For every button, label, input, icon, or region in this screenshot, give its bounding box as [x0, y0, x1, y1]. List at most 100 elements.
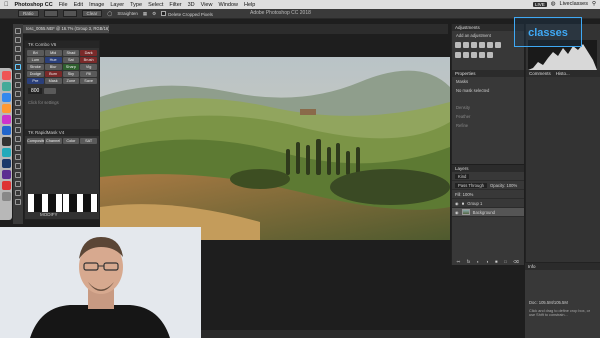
adjustment-layer-icon[interactable]: ◑ [486, 259, 489, 264]
combo-button[interactable]: Burn [44, 71, 62, 77]
menu-app-name[interactable]: Photoshop CC [15, 2, 53, 8]
dock-app-icon[interactable] [1, 82, 11, 91]
rapidmask-button[interactable]: Color [62, 138, 80, 144]
dodge-tool-icon[interactable] [15, 145, 21, 151]
blend-mode-select[interactable]: Pass Through [455, 182, 487, 188]
mask-icon[interactable]: ◐ [477, 259, 480, 264]
folder-icon[interactable]: ■ [495, 259, 498, 264]
path-select-tool-icon[interactable] [15, 172, 21, 178]
menu-help[interactable]: Help [244, 2, 255, 8]
exposure-icon[interactable] [479, 42, 485, 48]
combo-button[interactable]: Stroke [27, 64, 44, 70]
menu-window[interactable]: Window [218, 2, 238, 8]
zone-key[interactable] [70, 194, 77, 212]
menu-image[interactable]: Image [89, 2, 104, 8]
combo-button[interactable]: Mid [44, 50, 62, 56]
comments-tab[interactable]: Comments [529, 71, 551, 76]
history-brush-tool-icon[interactable] [15, 109, 21, 115]
move-tool-icon[interactable] [15, 28, 21, 34]
combo-button[interactable]: Dark [80, 50, 97, 56]
dock-app-icon[interactable] [1, 71, 11, 80]
combo-button[interactable]: Zone [62, 78, 80, 84]
dock-app-icon[interactable] [1, 148, 11, 157]
eye-icon[interactable]: ◉ [455, 210, 459, 215]
color-lookup-icon[interactable] [487, 52, 493, 58]
menu-view[interactable]: View [201, 2, 213, 8]
layer-item[interactable]: ◉ ■ Group 1 [452, 199, 524, 208]
gradient-tool-icon[interactable] [15, 127, 21, 133]
black-white-icon[interactable] [463, 52, 469, 58]
type-tool-icon[interactable] [15, 163, 21, 169]
rapidmask-button[interactable]: Composite [27, 138, 44, 144]
combo-button[interactable]: Sat [62, 57, 80, 63]
opacity-field[interactable]: Opacity: 100% [490, 183, 517, 188]
combo-button[interactable]: Sharp [62, 64, 80, 70]
channel-mixer-icon[interactable] [479, 52, 485, 58]
brush-tool-icon[interactable] [15, 91, 21, 97]
marquee-tool-icon[interactable] [15, 37, 21, 43]
menu-edit[interactable]: Edit [74, 2, 83, 8]
dock-app-icon[interactable] [1, 104, 11, 113]
ratio-select[interactable]: Ratio [18, 10, 39, 17]
menu-3d[interactable]: 3D [188, 2, 195, 8]
rapidmask-button[interactable]: Channel [44, 138, 62, 144]
zone-key[interactable] [91, 194, 98, 212]
blur-tool-icon[interactable] [15, 136, 21, 142]
dock-app-icon[interactable] [1, 115, 11, 124]
eyedropper-tool-icon[interactable] [15, 73, 21, 79]
dock-app-icon[interactable] [1, 137, 11, 146]
search-icon[interactable]: ⚲ [592, 1, 596, 7]
document-tab[interactable]: tosc_0055.NEF @ 16.7% (Group 3, RGB/16) … [23, 25, 109, 33]
delete-cropped-checkbox[interactable] [161, 10, 167, 16]
levels-icon[interactable] [463, 42, 469, 48]
dock-app-icon[interactable] [1, 170, 11, 179]
zone-key[interactable] [42, 194, 49, 212]
fill-field[interactable]: Fill: 100% [455, 192, 473, 197]
histogram-tab[interactable]: Histo... [556, 71, 570, 76]
settings-gear-icon[interactable]: ⚙ [152, 11, 156, 17]
zone-key[interactable] [63, 194, 70, 212]
trash-icon[interactable]: ⌫ [513, 259, 519, 264]
combo-button[interactable]: Blur [44, 64, 62, 70]
menu-file[interactable]: File [59, 2, 68, 8]
zone-key[interactable] [35, 194, 42, 212]
menu-type[interactable]: Type [130, 2, 142, 8]
combo-button[interactable]: Hue [44, 57, 62, 63]
zone-key[interactable] [49, 194, 56, 212]
crop-tool-icon[interactable] [15, 64, 21, 70]
eye-icon[interactable]: ◉ [455, 201, 459, 206]
rapidmask-button[interactable]: SAT [80, 138, 97, 144]
eraser-tool-icon[interactable] [15, 118, 21, 124]
zone-key[interactable] [56, 194, 63, 212]
number-input[interactable]: 800 [28, 88, 43, 94]
fx-icon[interactable]: fx [467, 259, 470, 264]
menu-filter[interactable]: Filter [169, 2, 181, 8]
link-icon[interactable]: ⚯ [457, 259, 461, 264]
dock-app-icon[interactable] [1, 93, 11, 102]
zoom-tool-icon[interactable] [15, 199, 21, 205]
combo-button[interactable]: Lum [27, 57, 44, 63]
combo-button[interactable]: Mask [44, 78, 62, 84]
color-balance-icon[interactable] [455, 52, 461, 58]
wifi-icon[interactable]: ◍ [551, 1, 556, 7]
apple-icon[interactable]:  [4, 2, 9, 8]
trash-icon[interactable] [1, 192, 11, 201]
menu-layer[interactable]: Layer [110, 2, 124, 8]
hand-tool-icon[interactable] [15, 190, 21, 196]
tonal-zone-keys[interactable] [28, 194, 98, 212]
ratio-width-input[interactable] [43, 10, 58, 17]
zone-key[interactable] [77, 194, 84, 212]
straighten-icon[interactable]: ◯ [107, 11, 112, 17]
combo-button[interactable]: Save [80, 78, 97, 84]
masks-tab[interactable]: Masks [452, 77, 524, 86]
brightness-icon[interactable] [455, 42, 461, 48]
zone-key[interactable] [84, 194, 91, 212]
zone-key[interactable] [28, 194, 35, 212]
new-layer-icon[interactable]: □ [504, 259, 507, 264]
kind-filter-select[interactable]: Kind [455, 173, 470, 179]
photo-filter-icon[interactable] [471, 52, 477, 58]
combo-button[interactable]: Bri [27, 50, 44, 56]
combo-button[interactable]: Brush [80, 57, 97, 63]
clear-button[interactable]: Clear [81, 10, 103, 17]
photoshop-dock-icon[interactable] [1, 159, 11, 168]
